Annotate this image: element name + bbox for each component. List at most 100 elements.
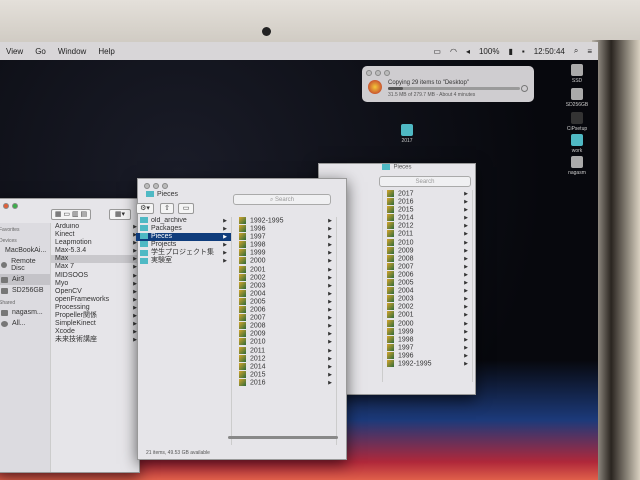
list-item[interactable]: 2011 ▶ bbox=[235, 346, 336, 355]
list-item[interactable]: Pieces ▶ bbox=[136, 233, 231, 242]
menu-window[interactable]: Window bbox=[58, 47, 86, 56]
list-item[interactable]: 2012 ▶ bbox=[235, 354, 336, 363]
battery-icon[interactable]: ▮ bbox=[508, 47, 512, 56]
airplay-icon[interactable]: ▭ bbox=[433, 47, 441, 56]
list-item[interactable]: Arduino ▶ bbox=[51, 223, 141, 231]
list-item[interactable]: Myo ▶ bbox=[51, 280, 141, 288]
zoom-button[interactable] bbox=[12, 203, 18, 209]
sidebar-item-air3[interactable]: Air3 bbox=[0, 274, 50, 285]
list-item[interactable]: 2004 ▶ bbox=[235, 289, 336, 298]
list-item[interactable]: 2003 ▶ bbox=[383, 295, 472, 303]
menu-help[interactable]: Help bbox=[98, 47, 114, 56]
desktop-icon-ssd[interactable]: SSD bbox=[557, 64, 597, 84]
notification-center-icon[interactable]: ≡ bbox=[587, 47, 592, 56]
list-item[interactable]: SimpleKinect ▶ bbox=[51, 320, 141, 328]
menu-go[interactable]: Go bbox=[35, 47, 46, 56]
tag-button[interactable]: ▭ bbox=[178, 203, 194, 214]
list-item[interactable]: 2010 ▶ bbox=[235, 338, 336, 346]
flag-icon[interactable]: ▪ bbox=[522, 47, 525, 56]
list-item[interactable]: 2005 ▶ bbox=[383, 279, 472, 287]
sidebar-item-macbook[interactable]: MacBookAi... bbox=[0, 245, 50, 256]
desktop-icon-cipsetup[interactable]: CiPsetup bbox=[557, 112, 597, 132]
search-field[interactable]: ⌕ Search bbox=[233, 194, 331, 205]
list-item[interactable]: 2014 ▶ bbox=[235, 362, 336, 371]
list-item[interactable]: OpenCV ▶ bbox=[51, 288, 141, 296]
list-item[interactable]: 1999 ▶ bbox=[235, 249, 336, 257]
horizontal-scrollbar[interactable] bbox=[228, 436, 338, 439]
sidebar-item-nagasm[interactable]: nagasm... bbox=[0, 307, 50, 318]
list-item[interactable]: 2016 ▶ bbox=[383, 198, 472, 206]
list-item[interactable]: 2012 ▶ bbox=[383, 222, 472, 230]
zoom-button[interactable] bbox=[384, 70, 390, 76]
minimize-button[interactable] bbox=[153, 183, 159, 189]
list-item[interactable]: Leapmotion ▶ bbox=[51, 239, 141, 247]
list-item[interactable]: 1992-1995 ▶ bbox=[383, 359, 472, 368]
list-item[interactable]: 2011 ▶ bbox=[383, 230, 472, 238]
list-item[interactable]: openFrameworks ▶ bbox=[51, 296, 141, 304]
menu-view[interactable]: View bbox=[6, 47, 23, 56]
list-item[interactable]: 2006 ▶ bbox=[235, 306, 336, 314]
list-item[interactable]: Processing ▶ bbox=[51, 304, 141, 312]
desktop-icon-nagasm[interactable]: nagasm bbox=[557, 156, 597, 176]
clock[interactable]: 12:50:44 bbox=[534, 47, 565, 56]
list-item[interactable]: Max 7 ▶ bbox=[51, 263, 141, 271]
minimize-button[interactable] bbox=[375, 70, 381, 76]
list-item[interactable]: 2002 ▶ bbox=[235, 273, 336, 282]
list-item[interactable]: 2004 ▶ bbox=[383, 287, 472, 295]
list-item[interactable]: 1992-1995 ▶ bbox=[235, 217, 336, 225]
list-item[interactable]: 2002 ▶ bbox=[383, 303, 472, 311]
list-item[interactable]: MIDSOOS ▶ bbox=[51, 272, 141, 280]
desktop-icon-work[interactable]: work bbox=[557, 134, 597, 154]
desktop-folder-2017[interactable]: 2017 bbox=[387, 124, 427, 144]
list-item[interactable]: 2010 ▶ bbox=[383, 238, 472, 247]
list-item[interactable]: 2016 ▶ bbox=[235, 378, 336, 387]
list-item[interactable]: Packages ▶ bbox=[136, 225, 231, 233]
sidebar-item-all[interactable]: All... bbox=[0, 318, 50, 329]
volume-icon[interactable]: ◂ bbox=[466, 47, 470, 56]
list-item[interactable]: Max ▶ bbox=[51, 255, 141, 264]
stop-button[interactable] bbox=[521, 85, 528, 92]
list-item[interactable]: 2001 ▶ bbox=[235, 265, 336, 274]
list-item[interactable]: 2014 ▶ bbox=[383, 214, 472, 222]
list-item[interactable]: Propeller関係 ▶ bbox=[51, 312, 141, 320]
arrange-button[interactable]: ▦▾ bbox=[109, 209, 131, 220]
close-button[interactable] bbox=[144, 183, 150, 189]
list-item[interactable]: 実験室 ▶ bbox=[136, 257, 231, 265]
list-item[interactable]: 2009 ▶ bbox=[235, 330, 336, 338]
wifi-icon[interactable]: ◠ bbox=[450, 47, 457, 56]
list-item[interactable]: 1998 ▶ bbox=[235, 241, 336, 249]
list-item[interactable]: 2001 ▶ bbox=[383, 311, 472, 319]
sidebar-item-remote-disc[interactable]: Remote Disc bbox=[0, 256, 50, 274]
list-item[interactable]: 2008 ▶ bbox=[235, 322, 336, 330]
search-field[interactable]: Search bbox=[379, 176, 471, 187]
search-icon[interactable]: ⌕ bbox=[574, 46, 578, 56]
list-item[interactable]: 1997 ▶ bbox=[383, 343, 472, 352]
list-item[interactable]: 2007 ▶ bbox=[235, 314, 336, 322]
list-item[interactable]: 2015 ▶ bbox=[383, 206, 472, 214]
list-item[interactable]: 1998 ▶ bbox=[383, 335, 472, 344]
share-button[interactable]: ⇧ bbox=[160, 203, 174, 214]
close-button[interactable] bbox=[3, 203, 9, 209]
list-item[interactable]: 2003 ▶ bbox=[235, 281, 336, 290]
list-item[interactable]: Max-5.3.4 ▶ bbox=[51, 247, 141, 255]
list-item[interactable]: 2005 ▶ bbox=[235, 297, 336, 306]
list-item[interactable]: old_archive ▶ bbox=[136, 217, 231, 225]
list-item[interactable]: 2015 ▶ bbox=[235, 370, 336, 379]
list-item[interactable]: 2000 ▶ bbox=[235, 257, 336, 265]
list-item[interactable]: 2006 ▶ bbox=[383, 270, 472, 279]
list-item[interactable]: 2017 ▶ bbox=[383, 190, 472, 198]
list-item[interactable]: 2009 ▶ bbox=[383, 246, 472, 255]
sidebar-item-sd256gb[interactable]: SD256GB bbox=[0, 285, 50, 296]
list-item[interactable]: 2000 ▶ bbox=[383, 319, 472, 328]
list-item[interactable]: 1997 ▶ bbox=[235, 233, 336, 241]
action-gear-button[interactable]: ⚙▾ bbox=[136, 203, 154, 214]
list-item[interactable]: Kinect▶ bbox=[51, 231, 141, 239]
battery-percent[interactable]: 100% bbox=[479, 47, 499, 56]
list-item[interactable]: 1999 ▶ bbox=[383, 327, 472, 336]
close-button[interactable] bbox=[366, 70, 372, 76]
view-mode-buttons[interactable]: ▦ ▭ ▥ ▤ bbox=[51, 209, 91, 220]
list-item[interactable]: 1996 ▶ bbox=[235, 225, 336, 233]
list-item[interactable]: 未来技術講座 ▶ bbox=[51, 336, 141, 344]
list-item[interactable]: 1996 ▶ bbox=[383, 351, 472, 360]
zoom-button[interactable] bbox=[162, 183, 168, 189]
